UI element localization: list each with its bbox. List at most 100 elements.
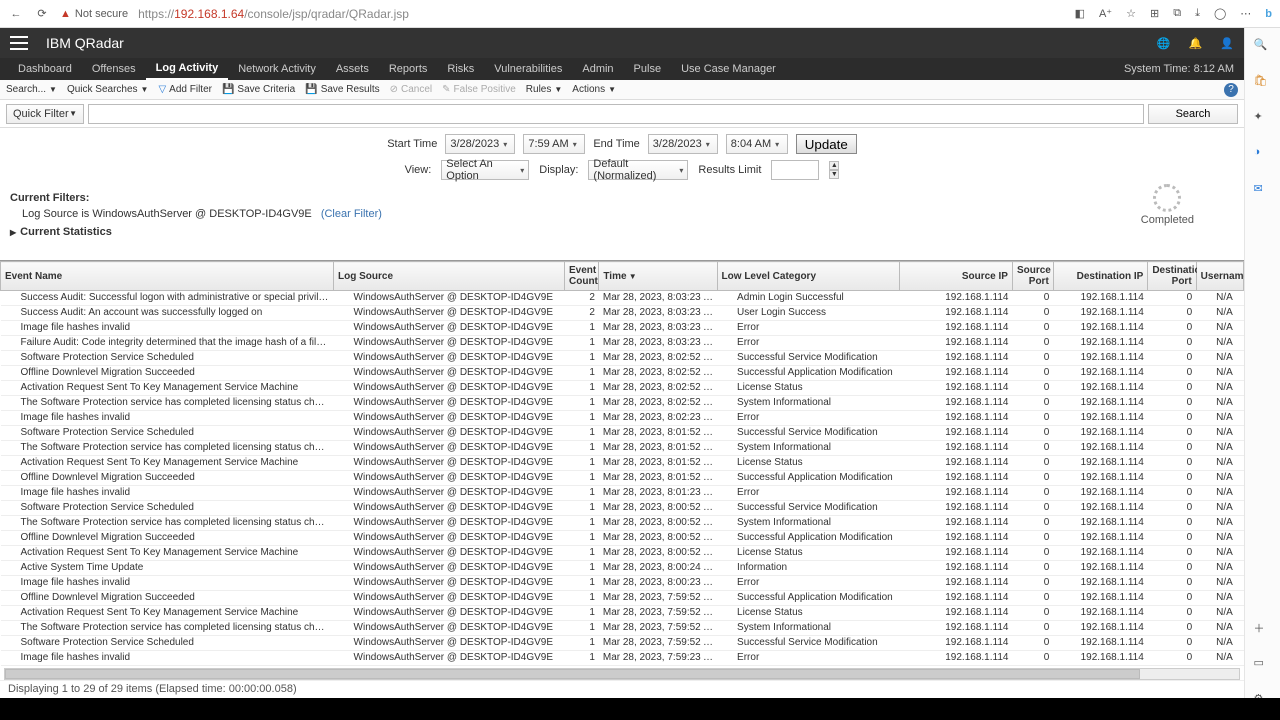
table-row[interactable]: The Software Protection service has comp…	[1, 396, 1244, 411]
column-header[interactable]: Event Name	[1, 262, 334, 291]
tab-use-case-manager[interactable]: Use Case Manager	[671, 58, 786, 80]
table-row[interactable]: Offline Downlevel Migration SucceededWin…	[1, 591, 1244, 606]
security-text: Not secure	[75, 8, 128, 20]
table-row[interactable]: Software Protection Service ScheduledWin…	[1, 426, 1244, 441]
results-limit-stepper[interactable]: ▲▼	[829, 161, 839, 179]
read-aloud-icon[interactable]: A⁺	[1099, 7, 1112, 20]
table-row[interactable]: Failure Audit: Code integrity determined…	[1, 336, 1244, 351]
current-filters-section: Current Filters: Log Source is WindowsAu…	[0, 188, 1244, 244]
help-icon[interactable]: ?	[1224, 83, 1238, 97]
update-button[interactable]: Update	[796, 134, 857, 154]
tab-offenses[interactable]: Offenses	[82, 58, 146, 80]
tab-admin[interactable]: Admin	[572, 58, 623, 80]
view-label: View:	[405, 164, 432, 176]
table-row[interactable]: Activation Request Sent To Key Managemen…	[1, 546, 1244, 561]
table-row[interactable]: Activation Request Sent To Key Managemen…	[1, 381, 1244, 396]
table-row[interactable]: Software Protection Service ScheduledWin…	[1, 666, 1244, 667]
column-header[interactable]: Destination IP	[1053, 262, 1148, 291]
search-button[interactable]: Search	[1148, 104, 1238, 124]
end-date-picker[interactable]: 3/28/2023▾	[648, 134, 718, 154]
quick-filter-dropdown[interactable]: Quick Filter▼	[6, 104, 84, 124]
outlook-icon[interactable]: ✉	[1254, 182, 1272, 200]
table-row[interactable]: Success Audit: An account was successful…	[1, 306, 1244, 321]
tools-icon[interactable]: ✦	[1254, 110, 1272, 128]
shopping-icon[interactable]: 🛍	[1254, 74, 1272, 92]
extension-icon[interactable]: ◧	[1075, 7, 1085, 20]
profile-icon[interactable]: ◯	[1214, 7, 1226, 20]
menu-hamburger-icon[interactable]	[10, 36, 28, 50]
start-date-picker[interactable]: 3/28/2023▾	[445, 134, 515, 154]
column-header[interactable]: Low Level Category	[717, 262, 900, 291]
refresh-icon[interactable]: ⟳	[34, 6, 50, 22]
table-row[interactable]: Success Audit: Successful logon with adm…	[1, 291, 1244, 306]
tab-dashboard[interactable]: Dashboard	[8, 58, 82, 80]
add-filter-button[interactable]: ▽Add Filter	[158, 84, 212, 95]
table-row[interactable]: Image file hashes invalidWindowsAuthServ…	[1, 321, 1244, 336]
tab-log-activity[interactable]: Log Activity	[146, 58, 229, 80]
display-dropdown[interactable]: Default (Normalized)▾	[588, 160, 688, 180]
column-header[interactable]: Time	[599, 262, 717, 291]
extensions-icon[interactable]: ⊞	[1150, 7, 1159, 20]
table-row[interactable]: Offline Downlevel Migration SucceededWin…	[1, 471, 1244, 486]
table-row[interactable]: Software Protection Service ScheduledWin…	[1, 351, 1244, 366]
table-row[interactable]: Software Protection Service ScheduledWin…	[1, 501, 1244, 516]
column-header[interactable]: Username	[1196, 262, 1243, 291]
table-row[interactable]: Activation Request Sent To Key Managemen…	[1, 606, 1244, 621]
back-icon[interactable]: ←	[8, 6, 24, 22]
table-row[interactable]: The Software Protection service has comp…	[1, 516, 1244, 531]
actions-menu[interactable]: Actions▼	[572, 84, 616, 95]
tab-pulse[interactable]: Pulse	[624, 58, 672, 80]
tab-assets[interactable]: Assets	[326, 58, 379, 80]
menu-icon[interactable]: ⋯	[1240, 7, 1251, 20]
column-header[interactable]: Source IP	[900, 262, 1013, 291]
bell-icon[interactable]: 🔔	[1189, 37, 1203, 50]
false-positive-button[interactable]: ✎False Positive	[442, 84, 516, 95]
table-row[interactable]: Image file hashes invalidWindowsAuthServ…	[1, 651, 1244, 666]
start-time-picker[interactable]: 7:59 AM▾	[523, 134, 585, 154]
tab-network-activity[interactable]: Network Activity	[228, 58, 326, 80]
column-header[interactable]: Log Source	[334, 262, 565, 291]
clear-filter-link[interactable]: (Clear Filter)	[321, 208, 382, 220]
table-row[interactable]: Active System Time UpdateWindowsAuthServ…	[1, 561, 1244, 576]
table-row[interactable]: Software Protection Service ScheduledWin…	[1, 636, 1244, 651]
table-row[interactable]: Image file hashes invalidWindowsAuthServ…	[1, 411, 1244, 426]
table-row[interactable]: The Software Protection service has comp…	[1, 441, 1244, 456]
quick-searches-menu[interactable]: Quick Searches▼	[67, 84, 149, 95]
column-header[interactable]: Destination Port	[1148, 262, 1196, 291]
url-bar[interactable]: https://192.168.1.64/console/jsp/qradar/…	[138, 7, 409, 21]
tab-risks[interactable]: Risks	[437, 58, 484, 80]
search-input[interactable]	[88, 104, 1144, 124]
table-row[interactable]: Offline Downlevel Migration SucceededWin…	[1, 531, 1244, 546]
table-row[interactable]: Image file hashes invalidWindowsAuthServ…	[1, 486, 1244, 501]
display-label: Display:	[539, 164, 578, 176]
bing-icon[interactable]: b	[1265, 8, 1272, 20]
cancel-button[interactable]: ⊘Cancel	[390, 84, 433, 95]
horizontal-scrollbar[interactable]	[4, 668, 1240, 680]
rules-menu[interactable]: Rules▼	[526, 84, 563, 95]
save-criteria-button[interactable]: 💾Save Criteria	[222, 84, 295, 95]
office-icon[interactable]: ◑	[1254, 146, 1272, 164]
table-row[interactable]: Offline Downlevel Migration SucceededWin…	[1, 366, 1244, 381]
collections-icon[interactable]: ⧉	[1173, 7, 1181, 20]
column-header[interactable]: Source Port	[1012, 262, 1053, 291]
favorites-icon[interactable]: ☆	[1126, 7, 1136, 20]
tab-reports[interactable]: Reports	[379, 58, 438, 80]
table-row[interactable]: Image file hashes invalidWindowsAuthServ…	[1, 576, 1244, 591]
downloads-icon[interactable]: ⤓	[1195, 7, 1200, 20]
column-header[interactable]: Event Count	[565, 262, 599, 291]
search-icon[interactable]: 🔍	[1254, 38, 1272, 56]
results-limit-input[interactable]	[771, 160, 819, 180]
search-menu[interactable]: Search...▼	[6, 84, 57, 95]
current-statistics-toggle[interactable]: ▶ Current Statistics	[10, 226, 1234, 238]
pane-icon[interactable]: ▭	[1254, 656, 1272, 674]
view-dropdown[interactable]: Select An Option▾	[441, 160, 529, 180]
table-row[interactable]: The Software Protection service has comp…	[1, 621, 1244, 636]
end-time-picker[interactable]: 8:04 AM▾	[726, 134, 788, 154]
tab-vulnerabilities[interactable]: Vulnerabilities	[484, 58, 572, 80]
table-row[interactable]: Activation Request Sent To Key Managemen…	[1, 456, 1244, 471]
globe-icon[interactable]: 🌐	[1157, 37, 1171, 50]
plus-icon[interactable]: ＋	[1254, 620, 1272, 638]
save-results-button[interactable]: 💾Save Results	[305, 84, 379, 95]
security-badge[interactable]: ▲ Not secure	[60, 8, 128, 20]
user-icon[interactable]: 👤	[1220, 37, 1234, 50]
